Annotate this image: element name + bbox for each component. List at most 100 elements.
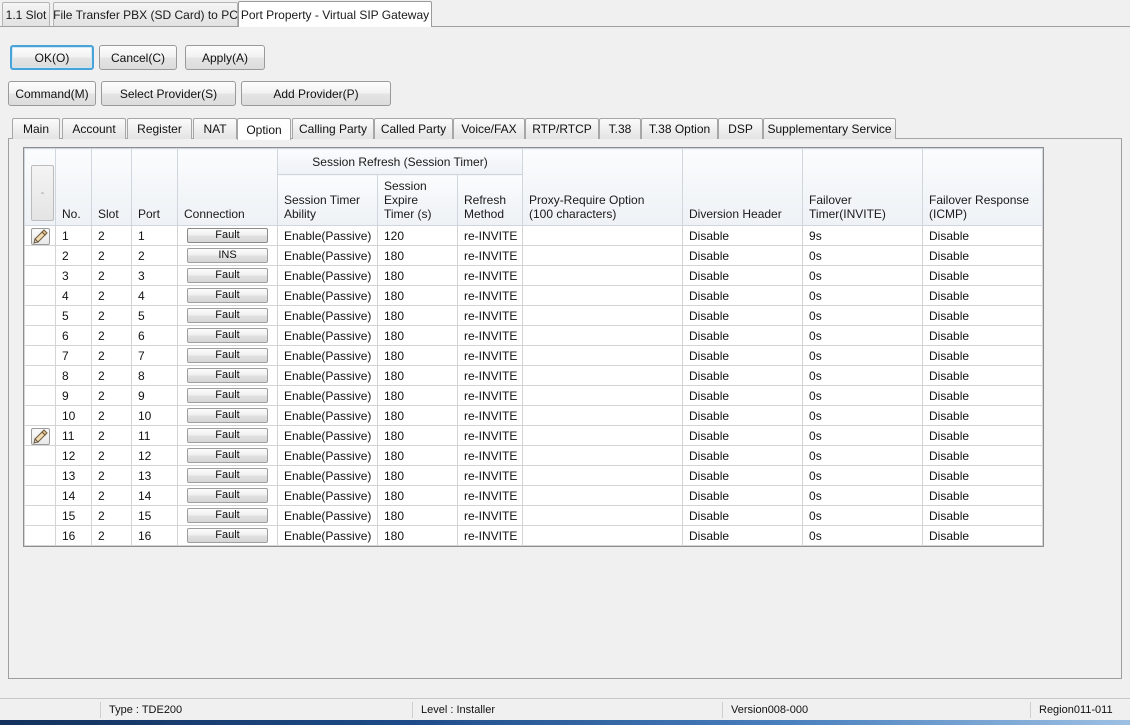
cell-fot[interactable]: 0s bbox=[802, 265, 924, 286]
cell-rm[interactable]: re-INVITE bbox=[456, 305, 524, 326]
cell-fot[interactable]: 9s bbox=[802, 225, 924, 246]
cell-rm[interactable]: re-INVITE bbox=[456, 285, 524, 306]
cell-set[interactable]: 180 bbox=[377, 385, 458, 406]
cell-no[interactable]: 5 bbox=[55, 305, 92, 326]
cell-sta[interactable]: Enable(Passive) bbox=[277, 405, 378, 426]
cell-rm[interactable]: re-INVITE bbox=[456, 325, 524, 346]
cell-conn[interactable]: Fault bbox=[177, 405, 278, 426]
connection-status-button[interactable]: Fault bbox=[187, 308, 268, 323]
cell-slot[interactable]: 2 bbox=[91, 505, 132, 526]
window-tab-1-1-slot[interactable]: 1.1 Slot bbox=[2, 2, 50, 26]
cell-div[interactable]: Disable bbox=[682, 425, 804, 446]
cell-fot[interactable]: 0s bbox=[802, 405, 924, 426]
cell-set[interactable]: 180 bbox=[377, 285, 458, 306]
ok-o-button[interactable]: OK(O) bbox=[10, 45, 94, 70]
cell-sta[interactable]: Enable(Passive) bbox=[277, 245, 378, 266]
select-provider-s-button[interactable]: Select Provider(S) bbox=[101, 81, 236, 106]
cell-div[interactable]: Disable bbox=[682, 405, 804, 426]
cell-for[interactable]: Disable bbox=[922, 385, 1044, 406]
cell-port[interactable]: 12 bbox=[131, 445, 178, 466]
cell-port[interactable]: 3 bbox=[131, 265, 178, 286]
row-header-9[interactable] bbox=[24, 385, 56, 406]
cell-fot[interactable]: 0s bbox=[802, 485, 924, 506]
cell-conn[interactable]: Fault bbox=[177, 425, 278, 446]
cell-slot[interactable]: 2 bbox=[91, 225, 132, 246]
cell-slot[interactable]: 2 bbox=[91, 245, 132, 266]
cell-sta[interactable]: Enable(Passive) bbox=[277, 505, 378, 526]
cell-rm[interactable]: re-INVITE bbox=[456, 445, 524, 466]
cell-set[interactable]: 180 bbox=[377, 445, 458, 466]
cell-slot[interactable]: 2 bbox=[91, 305, 132, 326]
tab-rtp-rtcp[interactable]: RTP/RTCP bbox=[525, 118, 599, 139]
cell-div[interactable]: Disable bbox=[682, 225, 804, 246]
cell-div[interactable]: Disable bbox=[682, 365, 804, 386]
connection-status-button[interactable]: Fault bbox=[187, 428, 268, 443]
cell-conn[interactable]: Fault bbox=[177, 285, 278, 306]
cell-slot[interactable]: 2 bbox=[91, 365, 132, 386]
cell-rm[interactable]: re-INVITE bbox=[456, 465, 524, 486]
connection-status-button[interactable]: Fault bbox=[187, 228, 268, 243]
col-header-div[interactable]: Diversion Header bbox=[682, 148, 804, 226]
cell-fot[interactable]: 0s bbox=[802, 325, 924, 346]
cell-for[interactable]: Disable bbox=[922, 525, 1044, 546]
cell-slot[interactable]: 2 bbox=[91, 445, 132, 466]
cell-for[interactable]: Disable bbox=[922, 305, 1044, 326]
cell-slot[interactable]: 2 bbox=[91, 265, 132, 286]
cell-conn[interactable]: Fault bbox=[177, 385, 278, 406]
port-property-grid[interactable]: - No. Slot Port Connection Session Refresh (S… bbox=[23, 147, 1044, 547]
col-header-sta[interactable]: Session Timer Ability bbox=[277, 174, 378, 226]
cell-fot[interactable]: 0s bbox=[802, 445, 924, 466]
cell-div[interactable]: Disable bbox=[682, 265, 804, 286]
table-row[interactable]: 6 2 6 Fault Enable(Passive) 180 re-INVITE Disab… bbox=[24, 325, 1044, 346]
col-header-fot[interactable]: Failover Timer(INVITE) bbox=[802, 148, 924, 226]
cell-sta[interactable]: Enable(Passive) bbox=[277, 305, 378, 326]
cell-rm[interactable]: re-INVITE bbox=[456, 425, 524, 446]
tab-dsp[interactable]: DSP bbox=[718, 118, 763, 139]
connection-status-button[interactable]: Fault bbox=[187, 528, 268, 543]
command-m-button[interactable]: Command(M) bbox=[8, 81, 96, 106]
cell-for[interactable]: Disable bbox=[922, 405, 1044, 426]
connection-status-button[interactable]: Fault bbox=[187, 508, 268, 523]
table-row[interactable]: 16 2 16 Fault Enable(Passive) 180 re-INVITE Dis… bbox=[24, 525, 1044, 546]
tab-voice-fax[interactable]: Voice/FAX bbox=[453, 118, 525, 139]
cell-rm[interactable]: re-INVITE bbox=[456, 385, 524, 406]
cell-no[interactable]: 4 bbox=[55, 285, 92, 306]
row-header-14[interactable] bbox=[24, 485, 56, 506]
row-header-16[interactable] bbox=[24, 525, 56, 546]
cell-rm[interactable]: re-INVITE bbox=[456, 525, 524, 546]
cell-rm[interactable]: re-INVITE bbox=[456, 405, 524, 426]
cell-for[interactable]: Disable bbox=[922, 425, 1044, 446]
cell-div[interactable]: Disable bbox=[682, 445, 804, 466]
cell-fot[interactable]: 0s bbox=[802, 245, 924, 266]
window-tab-port-property-virtual-sip-gateway[interactable]: Port Property - Virtual SIP Gateway bbox=[238, 1, 432, 27]
cell-div[interactable]: Disable bbox=[682, 465, 804, 486]
cell-rm[interactable]: re-INVITE bbox=[456, 225, 524, 246]
cell-set[interactable]: 180 bbox=[377, 525, 458, 546]
cell-sta[interactable]: Enable(Passive) bbox=[277, 485, 378, 506]
cell-fot[interactable]: 0s bbox=[802, 365, 924, 386]
table-row[interactable]: 14 2 14 Fault Enable(Passive) 180 re-INVITE Dis… bbox=[24, 485, 1044, 506]
table-row[interactable]: 1 2 1 Fault Enable(Passive) 120 re-INVITE Disab… bbox=[24, 225, 1044, 246]
tab-calling-party[interactable]: Calling Party bbox=[292, 118, 374, 139]
cell-set[interactable]: 180 bbox=[377, 465, 458, 486]
cell-slot[interactable]: 2 bbox=[91, 485, 132, 506]
cell-for[interactable]: Disable bbox=[922, 505, 1044, 526]
row-header-4[interactable] bbox=[24, 285, 56, 306]
cell-no[interactable]: 3 bbox=[55, 265, 92, 286]
cell-no[interactable]: 10 bbox=[55, 405, 92, 426]
cell-conn[interactable]: Fault bbox=[177, 465, 278, 486]
connection-status-button[interactable]: Fault bbox=[187, 268, 268, 283]
cell-sta[interactable]: Enable(Passive) bbox=[277, 425, 378, 446]
row-header-7[interactable] bbox=[24, 345, 56, 366]
cell-div[interactable]: Disable bbox=[682, 305, 804, 326]
cell-no[interactable]: 13 bbox=[55, 465, 92, 486]
add-provider-p-button[interactable]: Add Provider(P) bbox=[241, 81, 391, 106]
tab-option[interactable]: Option bbox=[237, 118, 291, 140]
cell-for[interactable]: Disable bbox=[922, 445, 1044, 466]
cell-no[interactable]: 12 bbox=[55, 445, 92, 466]
table-row[interactable]: 2 2 2 INS Enable(Passive) 180 re-INVITE Disable… bbox=[24, 245, 1044, 266]
cell-for[interactable]: Disable bbox=[922, 465, 1044, 486]
cell-rm[interactable]: re-INVITE bbox=[456, 245, 524, 266]
cell-slot[interactable]: 2 bbox=[91, 385, 132, 406]
cell-no[interactable]: 11 bbox=[55, 425, 92, 446]
